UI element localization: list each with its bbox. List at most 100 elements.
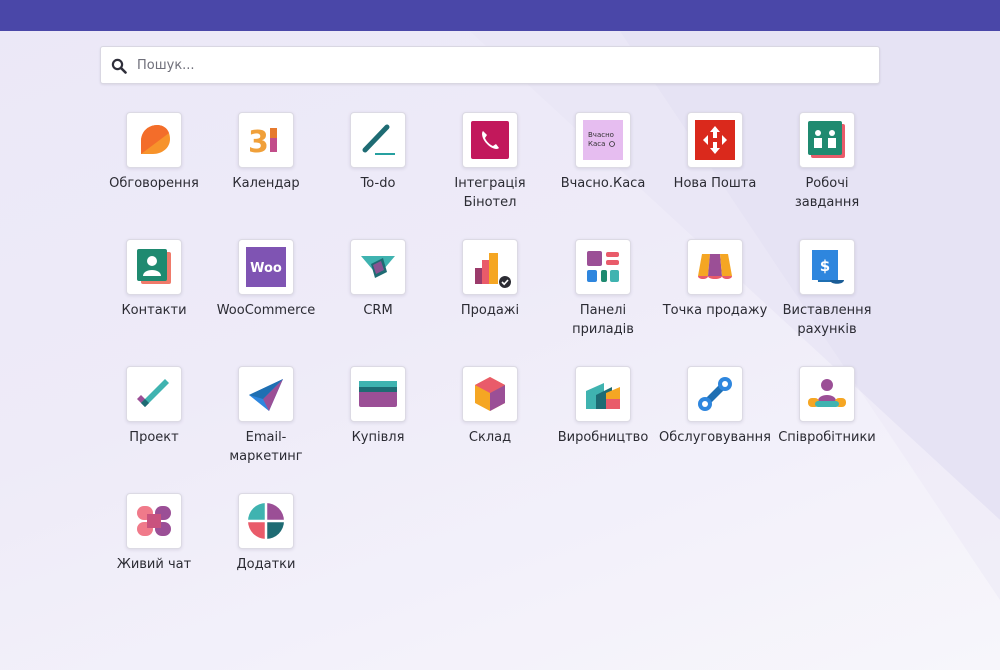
app-label: Обговорення <box>109 176 199 191</box>
app-woocommerce[interactable]: Woo WooCommerce <box>210 239 322 320</box>
app-label: WooCommerce <box>216 303 316 318</box>
live-chat-icon <box>137 506 171 536</box>
app-tile[interactable] <box>799 366 855 422</box>
app-label: Додатки <box>236 557 296 572</box>
app-tile[interactable] <box>126 112 182 168</box>
app-calendar[interactable]: 3 Календар <box>210 112 322 193</box>
app-label: Склад <box>468 430 512 445</box>
purchase-icon <box>359 381 397 407</box>
binotel-icon <box>471 121 509 159</box>
app-label: Нова Пошта <box>673 176 757 191</box>
apps-icon <box>248 503 284 539</box>
app-tile[interactable] <box>687 239 743 295</box>
app-binotel[interactable]: Інтеграція Бінотел <box>434 112 546 212</box>
app-label: Панелі приладів <box>572 303 634 337</box>
app-purchase[interactable]: Купівля <box>322 366 434 447</box>
svg-text:Woo: Woo <box>250 261 282 276</box>
svg-text:3: 3 <box>248 125 269 160</box>
app-discuss[interactable]: Обговорення <box>98 112 210 193</box>
app-label: Виробництво <box>557 430 649 445</box>
app-nova-poshta[interactable]: Нова Пошта <box>659 112 771 193</box>
app-label: Купівля <box>351 430 405 445</box>
inventory-icon <box>475 377 505 411</box>
app-tile[interactable] <box>462 366 518 422</box>
app-email-marketing[interactable]: Email- маркетинг <box>210 366 322 466</box>
crm-icon <box>361 256 395 278</box>
app-todo[interactable]: To-do <box>322 112 434 193</box>
app-tile[interactable] <box>687 112 743 168</box>
app-tile[interactable]: 3 <box>238 112 294 168</box>
employees-icon <box>808 379 846 407</box>
manufacturing-icon <box>586 383 620 409</box>
svg-text:Вчасно: Вчасно <box>588 131 614 139</box>
app-tile[interactable] <box>350 366 406 422</box>
woocommerce-icon: Woo <box>246 247 286 287</box>
search-input[interactable] <box>137 47 867 83</box>
app-tile[interactable] <box>799 112 855 168</box>
app-tile[interactable] <box>687 366 743 422</box>
app-tile[interactable] <box>238 366 294 422</box>
app-apps[interactable]: Додатки <box>210 493 322 574</box>
search-icon <box>111 58 127 74</box>
discuss-icon <box>141 125 170 154</box>
app-label: Виставлення рахунків <box>782 303 872 337</box>
sales-icon <box>475 253 511 288</box>
todo-icon <box>362 124 395 155</box>
app-invoicing[interactable]: $ Виставлення рахунків <box>771 239 883 339</box>
app-label: CRM <box>363 303 393 318</box>
app-tile[interactable]: Woo <box>238 239 294 295</box>
app-tile[interactable] <box>350 239 406 295</box>
worksheet-icon <box>808 121 845 158</box>
email-marketing-icon <box>249 379 283 411</box>
app-crm[interactable]: CRM <box>322 239 434 320</box>
app-maintenance[interactable]: Обслуговування <box>659 366 771 447</box>
app-point-of-sale[interactable]: Точка продажу <box>659 239 771 320</box>
nova-poshta-icon <box>695 120 735 160</box>
app-label: Календар <box>232 176 300 191</box>
app-label: Живий чат <box>116 557 192 572</box>
app-employees[interactable]: Співробітники <box>771 366 883 447</box>
vchasno-kasa-icon: Вчасно Каса <box>583 120 623 160</box>
app-label: Проект <box>129 430 179 445</box>
app-inventory[interactable]: Склад <box>434 366 546 447</box>
app-manufacturing[interactable]: Виробництво <box>547 366 659 447</box>
app-tile[interactable] <box>575 366 631 422</box>
app-label: Email- маркетинг <box>229 430 303 464</box>
project-icon <box>137 379 169 407</box>
svg-text:$: $ <box>820 257 830 275</box>
app-tile[interactable] <box>126 239 182 295</box>
contacts-icon <box>137 249 171 284</box>
app-tile[interactable] <box>575 239 631 295</box>
app-tile[interactable]: $ <box>799 239 855 295</box>
app-tile[interactable]: Вчасно Каса <box>575 112 631 168</box>
app-label: Контакти <box>121 303 187 318</box>
app-dashboards[interactable]: Панелі приладів <box>547 239 659 339</box>
app-contacts[interactable]: Контакти <box>98 239 210 320</box>
app-label: Робочі завдання <box>794 176 860 210</box>
point-of-sale-icon <box>698 254 732 279</box>
app-label: Обслуговування <box>659 430 771 445</box>
app-tile[interactable] <box>462 239 518 295</box>
calendar-icon: 3 <box>248 125 277 160</box>
app-worksheet[interactable]: Робочі завдання <box>771 112 883 212</box>
top-navbar <box>0 0 1000 31</box>
app-tile[interactable] <box>462 112 518 168</box>
app-label: Продажі <box>460 303 520 318</box>
app-tile[interactable] <box>126 366 182 422</box>
app-label: Вчасно.Каса <box>560 176 646 191</box>
app-project[interactable]: Проект <box>98 366 210 447</box>
app-label: Інтеграція Бінотел <box>454 176 526 210</box>
app-tile[interactable] <box>350 112 406 168</box>
dashboards-icon <box>587 251 619 282</box>
app-vchasno-kasa[interactable]: Вчасно Каса Вчасно.Каса <box>547 112 659 193</box>
app-live-chat[interactable]: Живий чат <box>98 493 210 574</box>
app-label: Точка продажу <box>662 303 768 318</box>
search-bar[interactable] <box>100 46 880 84</box>
invoicing-icon: $ <box>812 250 844 284</box>
app-sales[interactable]: Продажі <box>434 239 546 320</box>
app-label: To-do <box>360 176 396 191</box>
app-label: Співробітники <box>778 430 876 445</box>
app-tile[interactable] <box>238 493 294 549</box>
maintenance-icon <box>698 377 732 411</box>
app-tile[interactable] <box>126 493 182 549</box>
